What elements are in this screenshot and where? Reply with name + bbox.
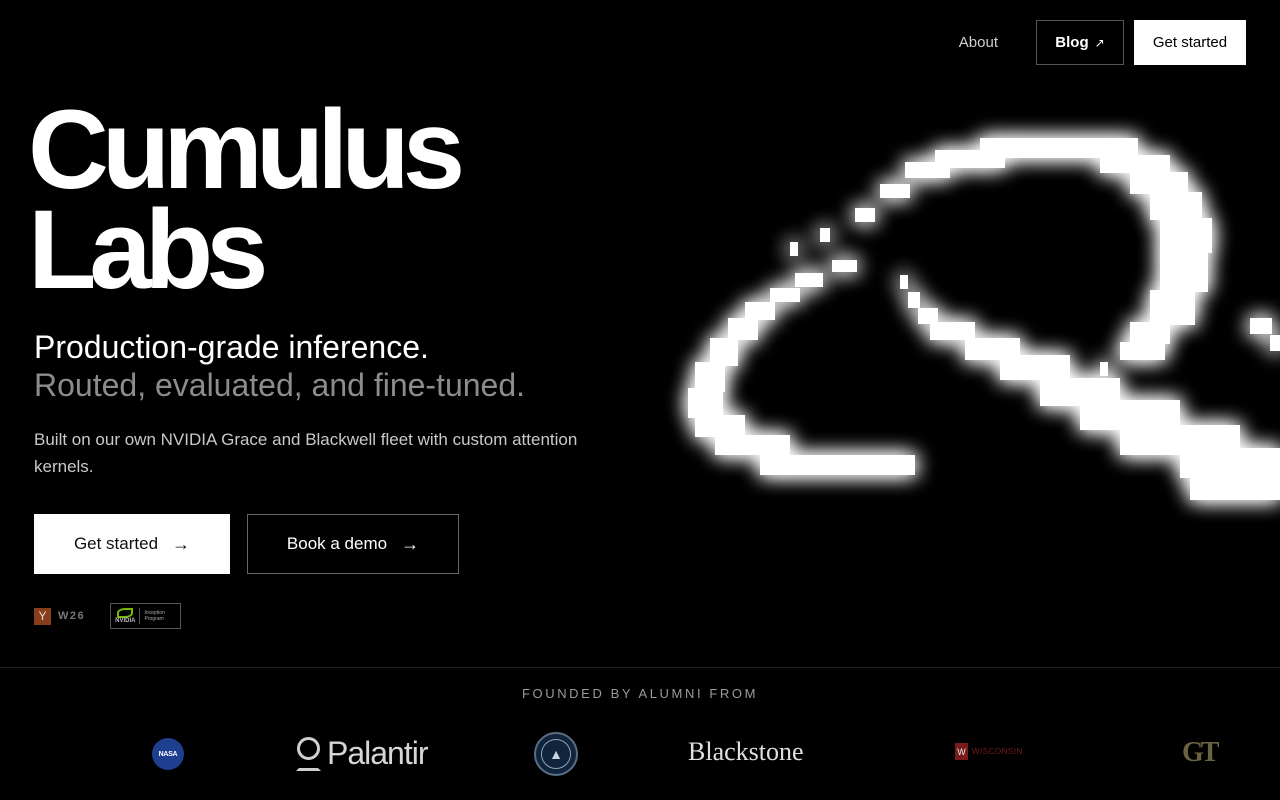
tagline-line2: Routed, evaluated, and fine-tuned. (34, 367, 526, 403)
wisconsin-name: WISCONSIN (972, 747, 1023, 756)
badges: Y W26 NVIDIA Inception Program (34, 603, 182, 629)
nav-about-link[interactable]: About (959, 34, 1026, 51)
get-started-button[interactable]: Get started → (34, 514, 230, 574)
nvidia-logo-icon: NVIDIA (115, 608, 135, 624)
hero-description: Built on our own NVIDIA Grace and Blackw… (34, 430, 578, 476)
arrow-right-icon: → (172, 533, 191, 554)
nasa-logo: NASA (152, 738, 184, 770)
nav-blog-button[interactable]: Blog ↗ (1036, 20, 1124, 65)
founders-heading: FOUNDED BY ALUMNI FROM (521, 686, 759, 701)
hero-title: Cumulus Labs (28, 87, 465, 312)
space-force-seal-logo: ▲ (534, 732, 578, 776)
alumni-logos: NASA Palantir ▲ Blackstone W WISCONSIN G… (0, 725, 1280, 785)
palantir-name: Palantir (327, 735, 428, 771)
get-started-label: Get started (73, 534, 159, 553)
blackstone-logo: Blackstone (688, 737, 804, 766)
palantir-mark-icon (296, 736, 321, 771)
hero-pixel-art (688, 138, 1280, 500)
yc-badge[interactable]: Y W26 (34, 607, 86, 625)
hero-title-line2: Labs (28, 187, 268, 312)
arrow-right-icon: → (401, 533, 420, 554)
top-nav: About Blog ↗ Get started (959, 20, 1246, 65)
hero-title-line1: Cumulus (28, 87, 465, 212)
wisconsin-crest-icon: W (955, 743, 968, 760)
book-demo-label: Book a demo (286, 534, 388, 553)
hero-tagline: Production-grade inference. Routed, eval… (34, 328, 525, 404)
yc-logo-icon: Y (34, 607, 51, 625)
nvidia-name: NVIDIA (115, 618, 136, 624)
delta-icon: ▲ (541, 739, 571, 769)
georgia-tech-logo: GT (1182, 737, 1220, 768)
tagline-line1: Production-grade inference. (34, 329, 429, 365)
nvidia-program-label: Inception Program (144, 610, 165, 622)
arrow-up-right-icon: ↗ (1094, 35, 1105, 50)
wisconsin-logo: W WISCONSIN (955, 743, 1023, 760)
nav-get-started-button[interactable]: Get started (1134, 20, 1246, 65)
yc-batch: W26 (58, 610, 86, 622)
section-divider (0, 667, 1280, 668)
nvidia-inception-badge[interactable]: NVIDIA Inception Program (110, 603, 182, 629)
palantir-logo: Palantir (296, 735, 428, 772)
hero-cta-group: Get started → Book a demo → (34, 514, 459, 574)
book-demo-button[interactable]: Book a demo → (247, 514, 459, 574)
nav-blog-label: Blog (1055, 34, 1089, 51)
